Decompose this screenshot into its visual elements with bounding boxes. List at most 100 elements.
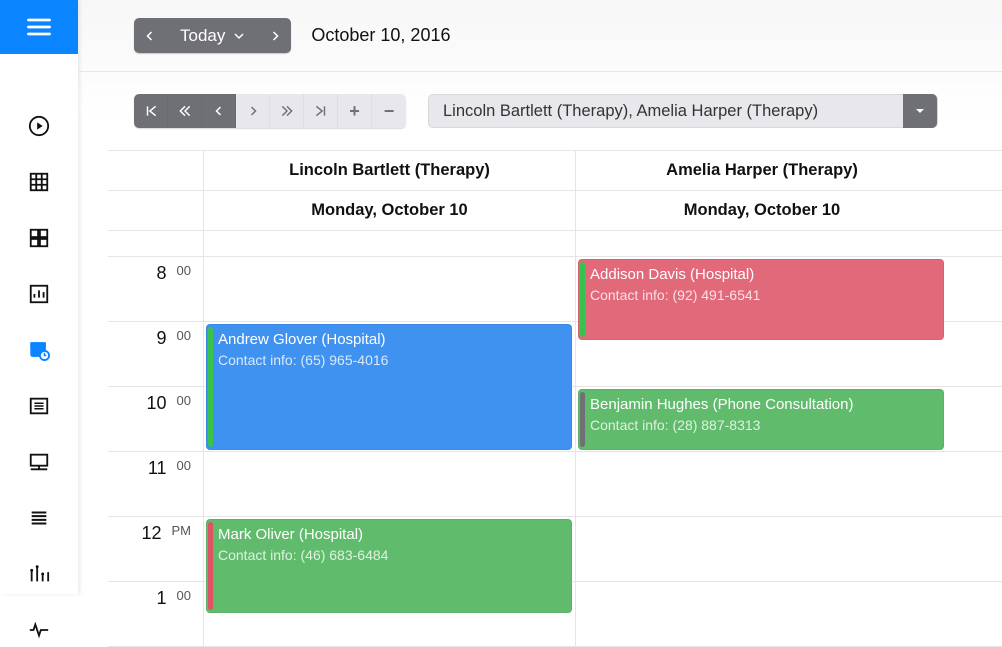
resource-cell[interactable] <box>576 517 948 581</box>
prev-button[interactable] <box>202 94 236 128</box>
today-button[interactable]: Today <box>166 18 259 53</box>
resource-header-0: Lincoln Bartlett (Therapy) <box>204 151 576 190</box>
appointment-title: Andrew Glover (Hospital) <box>218 331 562 348</box>
first-button[interactable] <box>134 94 168 128</box>
fast-prev-button[interactable] <box>168 94 202 128</box>
nav-analytics[interactable] <box>27 562 51 586</box>
nav-panels[interactable] <box>27 226 51 250</box>
resource-cell[interactable] <box>204 257 576 321</box>
appointment-title: Mark Oliver (Hospital) <box>218 526 562 543</box>
appointment-stripe <box>208 522 213 610</box>
appointment-stripe <box>580 262 585 337</box>
appointment-title: Addison Davis (Hospital) <box>590 266 934 283</box>
scheduler: Lincoln Bartlett (Therapy) Amelia Harper… <box>108 150 1002 647</box>
appointment-title: Benjamin Hughes (Phone Consultation) <box>590 396 934 413</box>
time-label: 1 00 <box>108 582 204 646</box>
next-date-button[interactable] <box>259 18 291 53</box>
current-date: October 10, 2016 <box>311 25 450 46</box>
panels-icon <box>28 227 50 249</box>
zoom-out-button[interactable]: − <box>372 94 406 128</box>
scheduler-toolbar: + − Lincoln Bartlett (Therapy), Amelia H… <box>78 72 1002 150</box>
time-minute: 00 <box>177 458 191 473</box>
prev-date-button[interactable] <box>134 18 166 53</box>
nav-pulse[interactable] <box>27 618 51 642</box>
nav-stack[interactable] <box>27 506 51 530</box>
topbar: Today October 10, 2016 <box>78 0 1002 72</box>
time-hour: 12 <box>141 523 161 544</box>
date-header-1: Monday, October 10 <box>576 191 948 230</box>
analytics-icon <box>28 563 50 585</box>
time-slot-row: 11 00 <box>108 452 1002 517</box>
resource-select[interactable]: Lincoln Bartlett (Therapy), Amelia Harpe… <box>428 94 938 128</box>
chart-icon <box>28 283 50 305</box>
next-button[interactable] <box>236 94 270 128</box>
sidebar <box>0 0 78 594</box>
resource-cell[interactable] <box>204 452 576 516</box>
calendar-clock-icon <box>28 339 50 361</box>
appointment-stripe <box>208 327 213 447</box>
pulse-icon <box>28 619 50 641</box>
time-minute: PM <box>172 523 192 538</box>
resource-select-value: Lincoln Bartlett (Therapy), Amelia Harpe… <box>429 102 903 121</box>
appointment[interactable]: Mark Oliver (Hospital) Contact info: (46)… <box>206 519 572 613</box>
fast-next-button[interactable] <box>270 94 304 128</box>
time-minute: 00 <box>177 393 191 408</box>
spacer-row <box>108 231 1002 257</box>
double-chevron-left-icon <box>178 104 192 118</box>
chevron-left-icon <box>213 105 225 117</box>
chevron-left-icon <box>144 30 156 42</box>
resource-header-row: Lincoln Bartlett (Therapy) Amelia Harper… <box>108 151 1002 191</box>
time-hour: 1 <box>157 588 167 609</box>
hamburger-icon <box>25 13 53 41</box>
appointment-subtitle: Contact info: (28) 887-8313 <box>590 417 934 433</box>
time-hour: 11 <box>148 458 167 479</box>
time-label: 800 <box>108 257 204 321</box>
time-label: 12 PM <box>108 517 204 581</box>
grid-icon <box>28 171 50 193</box>
appointment-stripe <box>580 392 585 447</box>
appointment-subtitle: Contact info: (46) 683-6484 <box>218 547 562 563</box>
stack-icon <box>28 507 50 529</box>
appointment[interactable]: Andrew Glover (Hospital) Contact info: (6… <box>206 324 572 450</box>
last-button[interactable] <box>304 94 338 128</box>
appointment-subtitle: Contact info: (65) 965-4016 <box>218 352 562 368</box>
time-col-header <box>108 151 204 190</box>
monitor-icon <box>28 451 50 473</box>
time-label: 900 <box>108 322 204 386</box>
hamburger-button[interactable] <box>0 0 78 54</box>
chevron-right-icon <box>269 30 281 42</box>
time-hour: 10 <box>147 393 167 414</box>
play-icon <box>28 115 50 137</box>
time-minute: 00 <box>177 588 191 603</box>
appointment[interactable]: Addison Davis (Hospital) Contact info: (9… <box>578 259 944 340</box>
nav-calendar[interactable] <box>27 338 51 362</box>
nav-paging-group: + − <box>134 94 406 128</box>
time-col-header-2 <box>108 191 204 230</box>
today-label: Today <box>180 26 225 46</box>
resource-cell[interactable] <box>576 452 948 516</box>
appointment-subtitle: Contact info: (92) 491-6541 <box>590 287 934 303</box>
time-label: 10 00 <box>108 387 204 451</box>
resource-header-1: Amelia Harper (Therapy) <box>576 151 948 190</box>
nav-list[interactable] <box>27 394 51 418</box>
caret-down-icon <box>914 105 926 117</box>
date-header-0: Monday, October 10 <box>204 191 576 230</box>
time-minute: 00 <box>177 263 191 278</box>
resource-select-caret[interactable] <box>903 94 937 128</box>
zoom-in-button[interactable]: + <box>338 94 372 128</box>
plus-icon: + <box>349 101 360 122</box>
nav-monitor[interactable] <box>27 450 51 474</box>
minus-icon: − <box>384 101 395 122</box>
double-chevron-right-icon <box>280 104 294 118</box>
chevron-down-icon <box>233 30 245 42</box>
chevron-right-icon <box>247 105 259 117</box>
nav-play[interactable] <box>27 114 51 138</box>
appointment[interactable]: Benjamin Hughes (Phone Consultation) Cont… <box>578 389 944 450</box>
list-icon <box>28 395 50 417</box>
nav-grid[interactable] <box>27 170 51 194</box>
today-button-group: Today <box>134 18 291 53</box>
last-icon <box>314 104 328 118</box>
nav-chart[interactable] <box>27 282 51 306</box>
resource-cell[interactable] <box>576 582 948 646</box>
time-grid[interactable]: 800900 10 00 11 00 12 PM 1 00 Andrew Glover (Hosp… <box>108 257 1002 647</box>
